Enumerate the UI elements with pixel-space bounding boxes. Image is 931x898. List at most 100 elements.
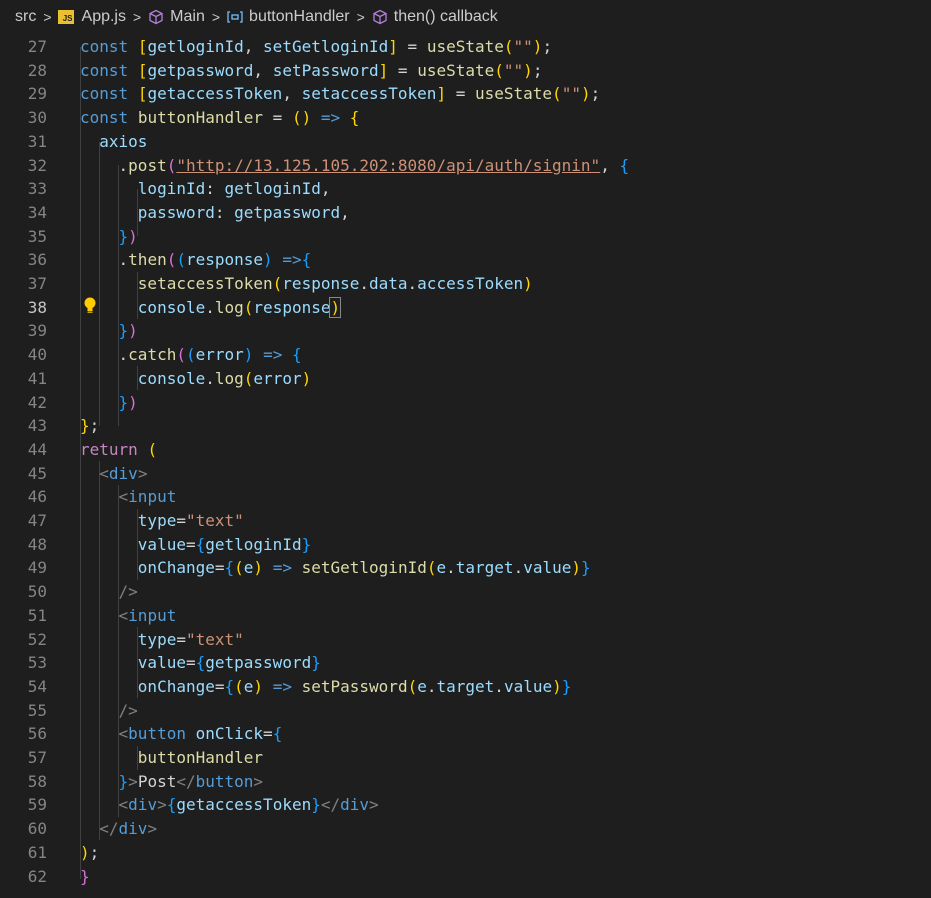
breadcrumb-item-src[interactable]: src	[15, 8, 36, 26]
code-token: }	[80, 416, 90, 436]
code-token: )	[552, 676, 562, 696]
code-text: buttonHandler	[80, 746, 263, 770]
line-number: 53	[27, 653, 47, 673]
code-token: (	[552, 84, 562, 104]
chevron-right-icon: >	[132, 9, 142, 25]
code-line[interactable]: 37 setaccessToken(response.data.accessTo…	[0, 272, 931, 296]
code-editor[interactable]: 27 const [getloginId, setGetloginId] = us…	[0, 35, 931, 898]
code-line[interactable]: 57 buttonHandler	[0, 746, 931, 770]
code-token: accessToken	[417, 274, 524, 293]
code-line[interactable]: 45 <div>	[0, 462, 931, 486]
code-token: )	[523, 60, 533, 80]
code-line[interactable]: 61);	[0, 841, 931, 865]
code-token: value	[137, 653, 186, 673]
code-line[interactable]: 31 axios	[0, 130, 931, 154]
code-line[interactable]: 41 console.log(error)	[0, 367, 931, 391]
code-line[interactable]: 33 loginId: getloginId,	[0, 177, 931, 201]
code-line[interactable]: 36 .then((response) =>{	[0, 248, 931, 272]
code-line[interactable]: 53 value={getpassword}	[0, 651, 931, 675]
code-line[interactable]: 29 const [getaccessToken, setaccessToken]…	[0, 82, 931, 106]
code-token: =	[263, 724, 273, 744]
code-text: console.log(error)	[80, 367, 311, 391]
code-line[interactable]: 48 value={getloginId}	[0, 533, 931, 557]
code-token: .	[494, 676, 504, 696]
code-token: input	[128, 605, 177, 625]
code-line[interactable]: 50 />	[0, 580, 931, 604]
line-number: 28	[27, 60, 47, 80]
code-line[interactable]: 35 })	[0, 225, 931, 249]
code-token: getpassword	[234, 202, 341, 222]
code-line[interactable]: 39 })	[0, 319, 931, 343]
code-token: loginId	[137, 179, 206, 199]
breadcrumb-item-button-handler[interactable]: buttonHandler	[226, 8, 350, 26]
code-text: return (	[80, 438, 157, 462]
code-line[interactable]: 42 })	[0, 391, 931, 415]
code-text: loginId: getloginId,	[80, 177, 331, 201]
code-line[interactable]: 27 const [getloginId, setGetloginId] = us…	[0, 35, 931, 59]
code-token: .	[407, 274, 418, 293]
code-token: setPassword	[301, 676, 408, 696]
code-line[interactable]: 47 type="text"	[0, 509, 931, 533]
code-line[interactable]: 34 password: getpassword,	[0, 201, 931, 225]
breadcrumb-item-app-js[interactable]: JS App.js	[57, 8, 126, 26]
code-token: {	[195, 653, 206, 673]
code-token: (	[176, 345, 186, 365]
code-text: const [getloginId, setGetloginId] = useS…	[80, 35, 552, 59]
code-line[interactable]: 28 const [getpassword, setPassword] = use…	[0, 59, 931, 83]
line-number: 57	[27, 748, 47, 767]
code-token: )	[253, 676, 264, 696]
code-token: =	[214, 676, 225, 696]
code-token: response	[282, 274, 360, 293]
code-text: })	[80, 391, 138, 415]
code-token: (	[272, 274, 283, 293]
code-line[interactable]: 51 <input	[0, 604, 931, 628]
line-number: 34	[27, 202, 47, 222]
code-line[interactable]: 30 const buttonHandler = () => {	[0, 106, 931, 130]
code-line[interactable]: 38 console.log(response)	[0, 296, 931, 320]
code-token: />	[118, 700, 138, 720]
code-line[interactable]: 40 .catch((error) => {	[0, 343, 931, 367]
code-line[interactable]: 58 }>Post</button>	[0, 770, 931, 794]
code-token: ""	[503, 60, 524, 80]
code-token: ;	[89, 842, 100, 862]
code-line[interactable]: 44 return (	[0, 438, 931, 462]
code-token: {	[272, 724, 283, 744]
code-token: e	[243, 558, 254, 578]
code-line[interactable]: 49 onChange={(e) => setGetloginId(e.targ…	[0, 556, 931, 580]
code-line[interactable]: 32 .post("http://13.125.105.202:8080/api…	[0, 154, 931, 178]
code-line[interactable]: 59 <div>{getaccessToken}</div>	[0, 793, 931, 817]
code-token: .	[205, 297, 215, 317]
code-line[interactable]: 62}	[0, 865, 931, 889]
code-token: return	[80, 439, 138, 459]
code-token: >	[157, 795, 167, 815]
code-token: <	[118, 605, 129, 625]
code-token: console	[137, 297, 206, 317]
line-number: 44	[27, 439, 47, 459]
code-line[interactable]: 56 <button onClick={	[0, 722, 931, 746]
breadcrumb-item-main[interactable]: Main	[147, 8, 205, 26]
code-token: )	[329, 296, 342, 318]
code-line[interactable]: 43};	[0, 414, 931, 438]
breadcrumb: src > JS App.js > Main > buttonHandler >…	[0, 0, 931, 34]
code-token: log	[214, 297, 244, 317]
breadcrumb-item-then-callback[interactable]: then() callback	[371, 8, 498, 26]
code-token: password	[137, 202, 215, 222]
code-line[interactable]: 60 </div>	[0, 817, 931, 841]
code-token: [	[137, 37, 148, 56]
code-line[interactable]: 55 />	[0, 699, 931, 723]
code-token: button	[128, 724, 186, 744]
code-line[interactable]: 46 <input	[0, 485, 931, 509]
line-number: 32	[27, 155, 47, 175]
code-token: )	[253, 558, 264, 578]
code-token: (	[243, 297, 254, 317]
code-line[interactable]: 52 type="text"	[0, 628, 931, 652]
code-line[interactable]: 54 onChange={(e) => setPassword(e.target…	[0, 675, 931, 699]
